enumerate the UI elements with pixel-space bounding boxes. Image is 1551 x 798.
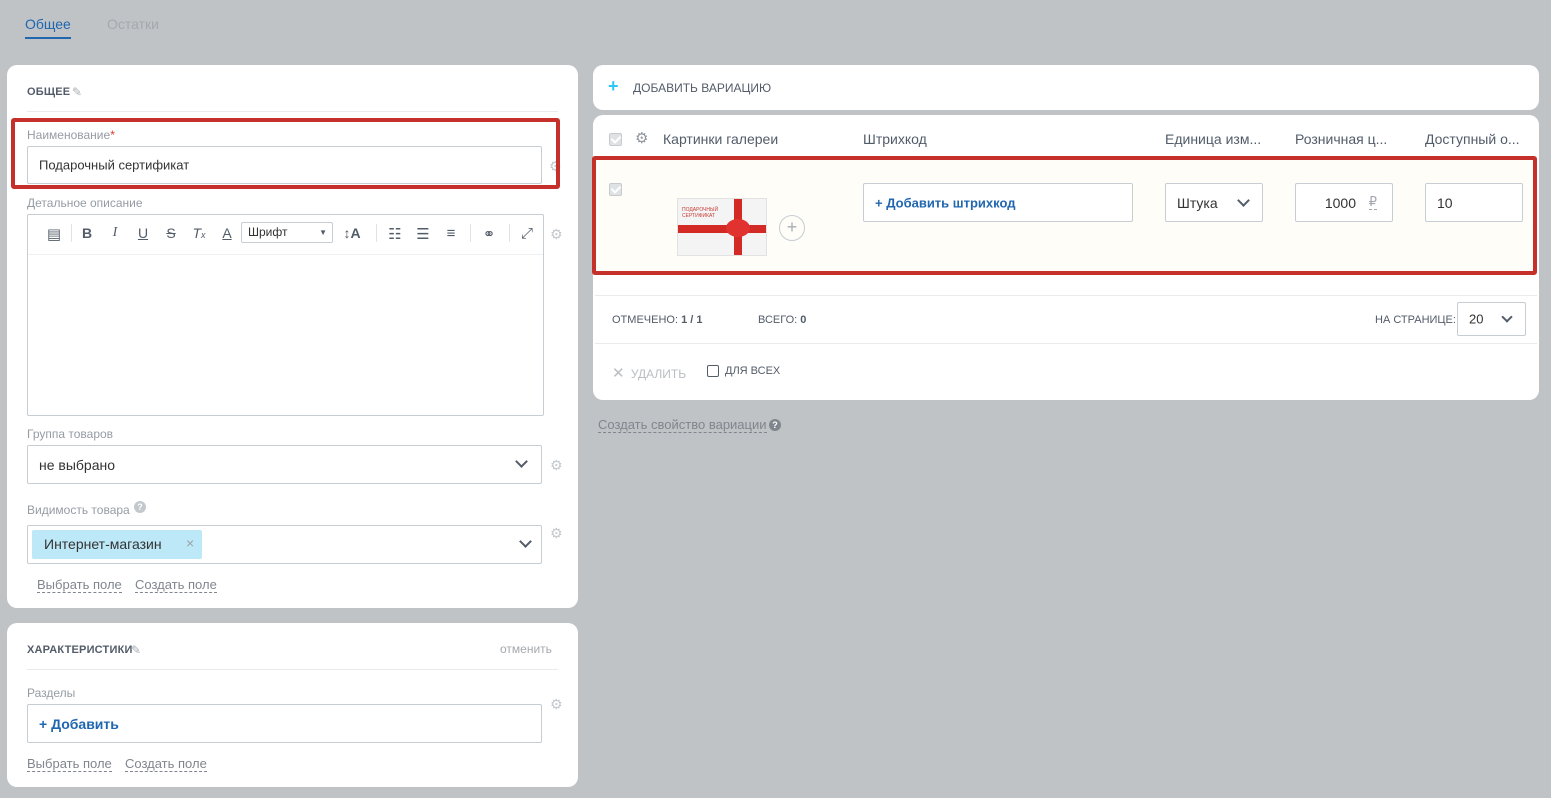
add-variation-bar[interactable]: + ДОБАВИТЬ ВАРИАЦИЮ — [593, 65, 1539, 110]
font-select-arrow-icon: ▼ — [319, 228, 327, 237]
gear-icon[interactable]: ⚙ — [550, 458, 564, 472]
toolbar-separator — [71, 224, 72, 242]
divider — [595, 343, 1537, 344]
group-label: Группа товаров — [27, 427, 114, 441]
per-page-value: 20 — [1469, 311, 1484, 327]
tab-general[interactable]: Общее — [25, 16, 71, 39]
link-icon[interactable]: ⚭ — [479, 225, 499, 243]
create-field-link[interactable]: Создать поле — [135, 577, 217, 593]
visibility-label: Видимость товара — [27, 503, 130, 517]
help-icon[interactable]: ? — [134, 501, 146, 513]
selected-count: ОТМЕЧЕНО: 1 / 1 — [612, 314, 702, 326]
help-icon[interactable]: ? — [769, 419, 781, 431]
create-field-link[interactable]: Создать поле — [125, 756, 207, 772]
chevron-down-icon — [519, 535, 532, 548]
divider — [27, 669, 558, 670]
column-header-barcode[interactable]: Штрихкод — [863, 131, 927, 147]
characteristics-title: ХАРАКТЕРИСТИКИ — [27, 644, 133, 656]
chevron-down-icon — [515, 455, 528, 468]
visibility-tag: Интернет-магазин × — [32, 530, 202, 559]
description-label: Детальное описание — [27, 196, 143, 210]
gear-icon[interactable]: ⚙ — [635, 131, 649, 146]
total-label: ВСЕГО: — [758, 314, 798, 326]
add-variation-label: ДОБАВИТЬ ВАРИАЦИЮ — [633, 81, 772, 95]
column-header-unit[interactable]: Единица изм... — [1165, 131, 1261, 147]
group-select[interactable]: не выбрано — [27, 445, 542, 484]
font-color-icon[interactable]: A — [217, 225, 237, 241]
for-all-checkbox[interactable] — [707, 365, 719, 377]
gear-icon[interactable]: ⚙ — [550, 227, 564, 241]
visibility-select[interactable]: Интернет-магазин × — [27, 525, 542, 564]
ordered-list-icon[interactable]: ☷ — [385, 225, 405, 243]
sections-label: Разделы — [27, 686, 76, 700]
select-field-link[interactable]: Выбрать поле — [37, 577, 122, 593]
italic-icon[interactable]: I — [105, 225, 125, 241]
sections-add-field[interactable]: + Добавить — [27, 704, 542, 743]
select-field-link[interactable]: Выбрать поле — [27, 756, 112, 772]
per-page-select[interactable]: 20 — [1457, 302, 1526, 336]
group-select-value: не выбрано — [39, 456, 116, 473]
visibility-tag-label: Интернет-магазин — [44, 536, 162, 552]
delete-label: УДАЛИТЬ — [630, 367, 687, 381]
tab-stock[interactable]: Остатки — [107, 16, 159, 32]
for-all-label: ДЛЯ ВСЕХ — [725, 365, 781, 377]
selected-label: ОТМЕЧЕНО: — [612, 314, 678, 326]
divider — [595, 295, 1537, 296]
general-section-title: ОБЩЕЕ — [27, 86, 71, 98]
sections-add-button[interactable]: + Добавить — [39, 716, 119, 732]
font-size-icon[interactable]: ↕A — [342, 225, 362, 241]
row-highlight-frame — [592, 156, 1537, 275]
per-page-label: НА СТРАНИЦЕ: — [1375, 314, 1456, 326]
description-editor[interactable]: ▤ B I U S Tx A Шрифт ▼ ↕A ☷ ☰ ≡ ⚭ ⤢ — [27, 214, 544, 416]
gear-icon[interactable]: ⚙ — [550, 526, 564, 540]
toolbar-separator — [470, 224, 471, 242]
underline-icon[interactable]: U — [133, 225, 153, 241]
toolbar-separator — [376, 224, 377, 242]
total-count: ВСЕГО: 0 — [758, 314, 806, 326]
clear-format-icon[interactable]: Tx — [189, 225, 209, 241]
toolbar-separator — [509, 224, 510, 242]
plus-icon: + — [608, 76, 619, 96]
total-value: 0 — [800, 314, 807, 326]
column-header-available[interactable]: Доступный о... — [1425, 131, 1520, 147]
fullscreen-icon[interactable]: ⤢ — [517, 225, 537, 242]
align-left-icon[interactable]: ≡ — [441, 225, 461, 242]
strikethrough-icon[interactable]: S — [161, 225, 181, 241]
selected-value: 1 / 1 — [681, 314, 703, 326]
divider — [27, 111, 558, 112]
name-highlight-frame — [11, 118, 560, 189]
create-property-link[interactable]: Создать свойство вариации — [598, 417, 767, 433]
chevron-down-icon — [1501, 311, 1513, 323]
column-header-price[interactable]: Розничная ц... — [1295, 131, 1387, 147]
edit-pencil-icon[interactable]: ✎ — [131, 643, 141, 657]
bold-icon[interactable]: B — [77, 225, 97, 241]
select-all-checkbox[interactable] — [609, 133, 622, 146]
close-icon: ✕ — [612, 365, 625, 382]
bullet-list-icon[interactable]: ☰ — [413, 225, 433, 243]
editor-toolbar: ▤ B I U S Tx A Шрифт ▼ ↕A ☷ ☰ ≡ ⚭ ⤢ — [28, 215, 543, 255]
tag-remove-icon[interactable]: × — [186, 535, 194, 551]
gear-icon[interactable]: ⚙ — [550, 697, 564, 711]
font-select[interactable]: Шрифт ▼ — [241, 222, 333, 243]
column-header-gallery[interactable]: Картинки галереи — [663, 131, 778, 147]
edit-pencil-icon[interactable]: ✎ — [72, 85, 82, 99]
delete-button[interactable]: ✕ УДАЛИТЬ — [612, 364, 686, 382]
media-icon[interactable]: ▤ — [44, 225, 64, 243]
cancel-link[interactable]: отменить — [500, 642, 552, 656]
font-select-value: Шрифт — [248, 225, 288, 239]
